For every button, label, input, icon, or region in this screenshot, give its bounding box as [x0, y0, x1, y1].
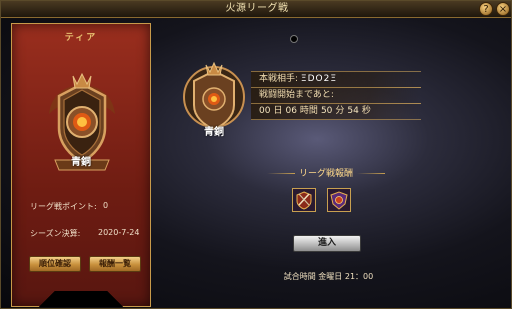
countdown-minutes: 50	[320, 106, 333, 116]
title-bar: 火源リーグ戦 ? ×	[1, 1, 511, 18]
help-button[interactable]: ?	[479, 2, 493, 16]
countdown-days-unit: 日	[273, 106, 283, 116]
rewards-title: リーグ戦報酬	[261, 166, 391, 179]
points-value: 0	[103, 201, 109, 210]
opponent-name: ΞDΟ2Ξ	[300, 74, 338, 84]
opponent-rank-label: 青銅	[204, 127, 224, 138]
countdown-minutes-unit: 分	[335, 106, 345, 116]
opponent-row: 本戦相手: ΞDΟ2Ξ	[251, 71, 421, 88]
left-rank-label: 青銅	[71, 157, 91, 168]
match-info-panel: 本戦相手: ΞDΟ2Ξ 戦闘開始まであと: 00 日 06 時間 50 分 54 秒	[251, 71, 426, 120]
match-time: 試合時間 金曜日 21：00	[283, 272, 374, 281]
ornament-dot	[290, 35, 298, 43]
opponent-label: 本戦相手:	[259, 74, 299, 84]
sword-shield-badge-icon	[293, 189, 315, 211]
close-button[interactable]: ×	[496, 2, 510, 16]
tier-panel: ティア 青銅 リーグ戦ポイント: 0 シーズン決算: 2020-7-24 順位確…	[11, 23, 151, 307]
countdown-row: 00 日 06 時間 50 分 54 秒	[251, 103, 421, 120]
league-window: 火源リーグ戦 ? × ティア 青銅 リーグ戦ポイント: 0 シーズン決算: 20…	[0, 0, 512, 309]
purple-crest-badge-icon	[328, 189, 350, 211]
countdown-timer: 00 日 06 時間 50 分 54 秒	[259, 105, 374, 118]
enter-button[interactable]: 進入	[293, 235, 361, 252]
countdown-hours: 06	[285, 106, 297, 116]
rank-check-button[interactable]: 順位確認	[29, 256, 81, 272]
tier-header: ティア	[64, 33, 98, 43]
countdown-seconds: 54	[347, 106, 359, 116]
countdown-seconds-unit: 秒	[361, 106, 371, 116]
window-title: 火源リーグ戦	[225, 3, 289, 14]
reward-item-2[interactable]	[327, 188, 351, 212]
points-label: リーグ戦ポイント:	[30, 202, 97, 211]
countdown-hours-unit: 時間	[299, 106, 318, 116]
season-label: シーズン決算:	[30, 229, 81, 238]
countdown-label-row: 戦闘開始まであと:	[251, 87, 421, 104]
countdown-days: 00	[259, 106, 271, 116]
countdown-label: 戦闘開始まであと:	[259, 90, 334, 100]
season-value: 2020-7-24	[98, 228, 140, 237]
reward-item-1[interactable]	[292, 188, 316, 212]
rewards-list-button[interactable]: 報酬一覧	[89, 256, 141, 272]
